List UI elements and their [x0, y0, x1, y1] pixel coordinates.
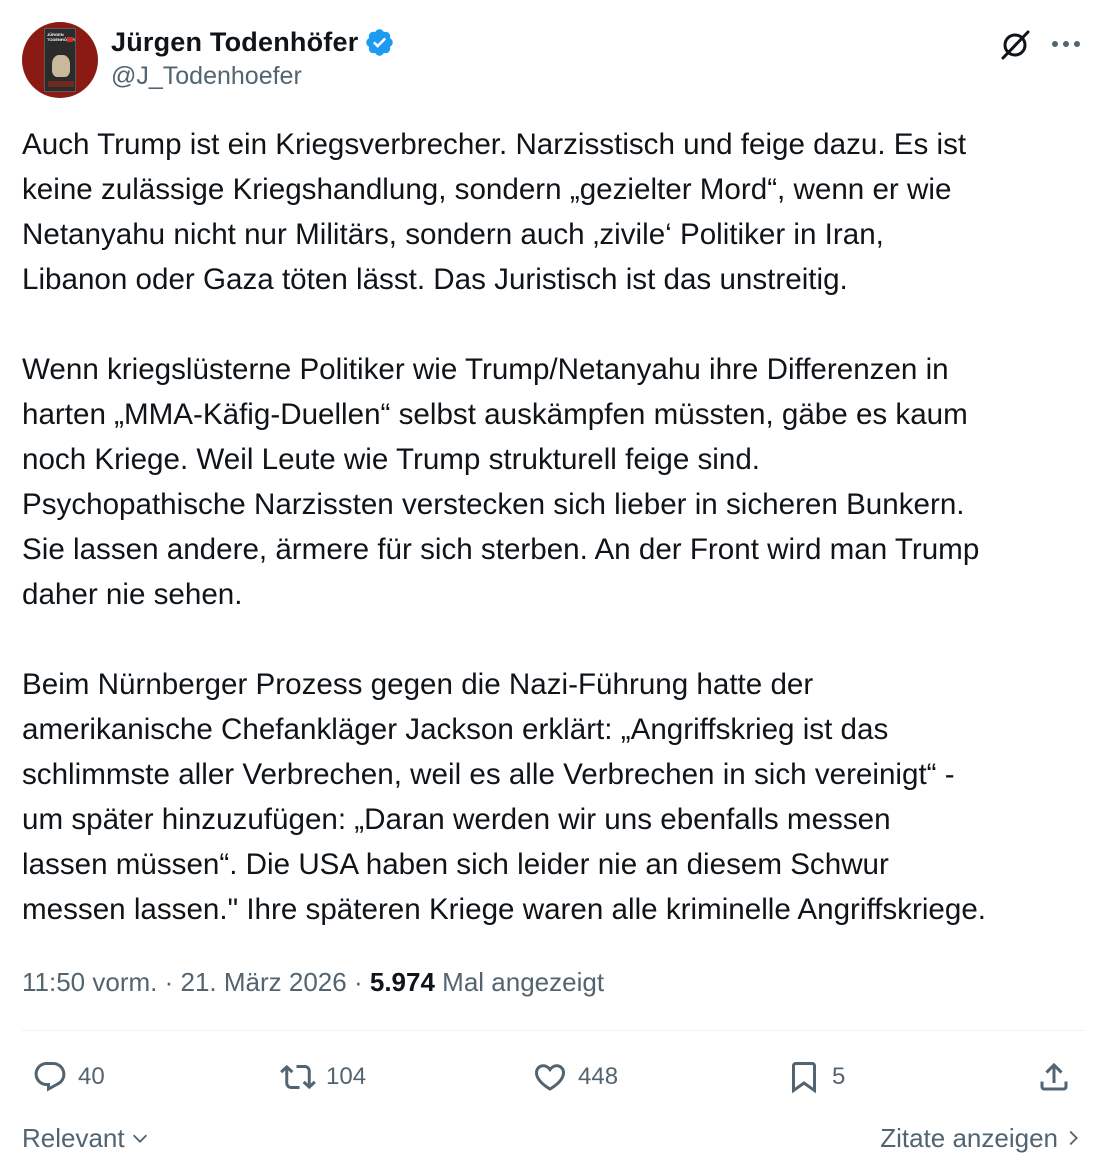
verified-badge-icon[interactable] — [364, 27, 395, 58]
quotes-label: Zitate anzeigen — [880, 1122, 1058, 1153]
chevron-down-icon — [132, 1134, 147, 1143]
tweet-line: Beim Nürnberger Prozess gegen die Nazi-F… — [22, 668, 814, 701]
repost-button[interactable]: 104 — [280, 1054, 366, 1100]
tweet-line: lassen müssen“. Die USA haben sich leide… — [22, 848, 889, 881]
avatar-book-portrait — [52, 55, 70, 77]
tweet-line: keine zulässige Kriegshandlung, sondern … — [22, 173, 952, 206]
avatar[interactable]: JÜRGEN TODENHÖFER — [22, 22, 98, 98]
sort-label: Relevant — [22, 1122, 125, 1153]
tweet-line: Wenn kriegslüsterne Politiker wie Trump/… — [22, 353, 949, 386]
tweet-line: daher nie sehen. — [22, 578, 243, 611]
tweet-line: messen lassen." Ihre späteren Kriege war… — [22, 893, 987, 926]
repost-icon — [280, 1064, 316, 1090]
like-button[interactable]: 448 — [532, 1054, 618, 1100]
tweet-line: Netanyahu nicht nur Militärs, sondern au… — [22, 218, 884, 251]
view-quotes-link[interactable]: Zitate anzeigen — [880, 1118, 1084, 1158]
views-count: 5.974 — [369, 967, 435, 997]
repost-count: 104 — [326, 1063, 367, 1090]
tweet-paragraph: Wenn kriegslüsterne Politiker wie Trump/… — [22, 347, 1086, 617]
author-handle[interactable]: @J_Todenhoefer — [111, 62, 395, 91]
more-icon[interactable] — [1050, 34, 1082, 54]
meta-separator: · — [353, 967, 363, 997]
tweet-line: Sie lassen andere, ärmere für sich sterb… — [22, 533, 980, 566]
action-bar: 40 104 448 5 — [22, 1054, 1084, 1100]
author-names: Jürgen Todenhöfer @J_Todenhoefer — [111, 24, 395, 91]
like-count: 448 — [578, 1063, 619, 1090]
divider — [22, 1030, 1084, 1031]
avatar-book-tag — [67, 37, 73, 42]
meta-separator: · — [164, 967, 174, 997]
tweet-paragraph: Auch Trump ist ein Kriegsverbrecher. Nar… — [22, 122, 1086, 302]
tweet-line: Psychopathische Narzissten verstecken si… — [22, 488, 965, 521]
reply-count: 40 — [78, 1063, 105, 1090]
bookmark-count: 5 — [832, 1063, 846, 1090]
tweet-line: noch Kriege. Weil Leute wie Trump strukt… — [22, 443, 761, 476]
chevron-right-icon — [1069, 1130, 1078, 1146]
tweet-meta: 11:50 vorm. · 21. März 2026 · 5.974 Mal … — [22, 962, 604, 1002]
tweet-header: JÜRGEN TODENHÖFER Jürgen Todenhöfer @J_T… — [22, 22, 1084, 98]
heart-icon — [534, 1064, 566, 1091]
display-name[interactable]: Jürgen Todenhöfer — [111, 27, 358, 58]
display-name-row: Jürgen Todenhöfer — [111, 24, 395, 60]
tweet-line: Libanon oder Gaza töten lässt. Das Juris… — [22, 263, 848, 296]
tweet-line: um später hinzuzufügen: „Daran werden wi… — [22, 803, 891, 836]
bookmark-icon — [792, 1062, 816, 1094]
grok-icon[interactable] — [998, 28, 1032, 62]
sort-dropdown[interactable]: Relevant — [22, 1118, 151, 1158]
tweet-time[interactable]: 11:50 vorm. — [22, 967, 157, 997]
share-icon — [1040, 1062, 1068, 1091]
tweet-date[interactable]: 21. März 2026 — [181, 967, 347, 997]
avatar-book-image: JÜRGEN TODENHÖFER — [44, 28, 76, 92]
bookmark-button[interactable]: 5 — [786, 1054, 845, 1100]
reply-sort-bar: Relevant Zitate anzeigen — [22, 1118, 1084, 1158]
views-label: Mal angezeigt — [442, 967, 605, 997]
share-button[interactable] — [1036, 1054, 1072, 1100]
tweet-text: Auch Trump ist ein Kriegsverbrecher. Nar… — [22, 122, 1086, 932]
reply-icon — [34, 1062, 66, 1092]
tweet-line: Auch Trump ist ein Kriegsverbrecher. Nar… — [22, 128, 967, 161]
tweet-line: amerikanische Chefankläger Jackson erklä… — [22, 713, 889, 746]
tweet-line: harten „MMA-Käfig-Duellen“ selbst auskäm… — [22, 398, 968, 431]
tweet-paragraph: Beim Nürnberger Prozess gegen die Nazi-F… — [22, 662, 1086, 932]
reply-button[interactable]: 40 — [32, 1054, 105, 1100]
tweet-line: schlimmste aller Verbrechen, weil es all… — [22, 758, 955, 791]
avatar-book-footer — [48, 81, 74, 87]
